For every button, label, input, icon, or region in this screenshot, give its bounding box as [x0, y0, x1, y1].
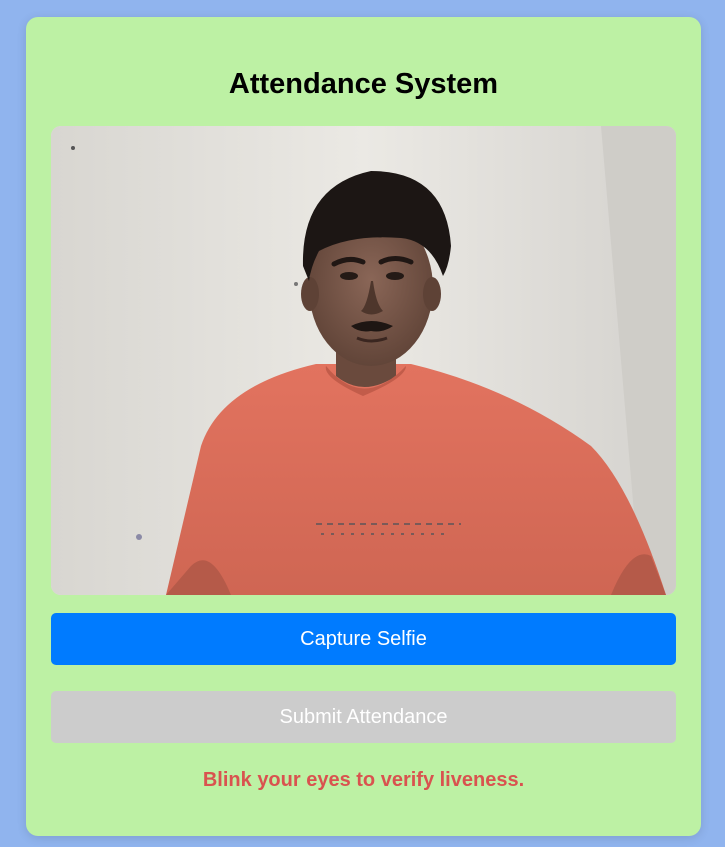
liveness-status-message: Blink your eyes to verify liveness.: [202, 769, 525, 791]
capture-selfie-button[interactable]: Capture Selfie: [51, 613, 676, 665]
page-title: Attendance System: [228, 68, 499, 100]
attendance-card: Attendance System Capture Selfie Submit …: [26, 17, 701, 836]
webcam-frame-illustration: [51, 126, 676, 595]
camera-video-feed: [51, 126, 676, 595]
submit-attendance-button[interactable]: Submit Attendance: [51, 691, 676, 743]
